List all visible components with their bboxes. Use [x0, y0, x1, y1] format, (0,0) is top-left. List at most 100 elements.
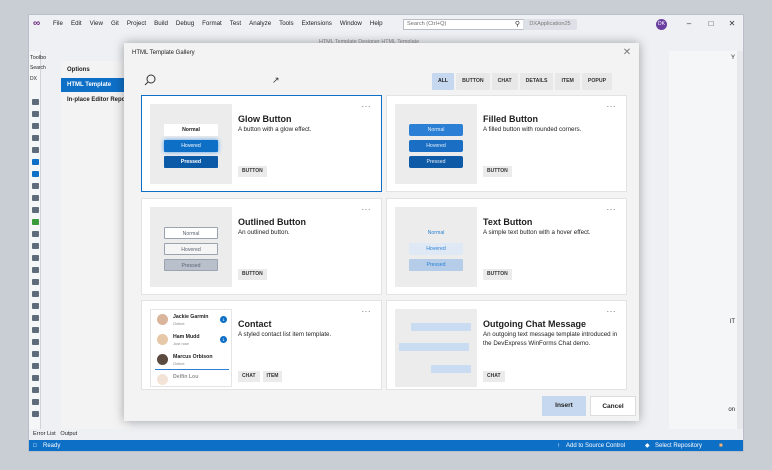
maximize-icon[interactable]: □ — [705, 18, 717, 30]
toolbox-item-icon[interactable] — [32, 339, 39, 345]
toolbox-item-icon[interactable] — [32, 123, 39, 129]
toolbox-item-icon[interactable] — [32, 171, 39, 177]
menu-edit[interactable]: Edit — [67, 15, 86, 33]
preview-normal: Normal — [164, 227, 218, 239]
menu-view[interactable]: View — [86, 15, 107, 33]
filter-chat[interactable]: CHAT — [491, 73, 518, 90]
card-title: Outlined Button — [238, 217, 306, 227]
tab-output[interactable]: Output — [60, 431, 77, 437]
toolbox-item-icon[interactable] — [32, 387, 39, 393]
menu-test[interactable]: Test — [226, 15, 245, 33]
contact-name: Delfin Lou — [173, 374, 199, 380]
toolbox-item-icon[interactable] — [32, 231, 39, 237]
menu-git[interactable]: Git — [107, 15, 123, 33]
tag-chat: CHAT — [483, 371, 505, 382]
menu-format[interactable]: Format — [198, 15, 226, 33]
menu-analyze[interactable]: Analyze — [245, 15, 275, 33]
toolbox-item-icon[interactable] — [32, 327, 39, 333]
toolbox-item-icon[interactable] — [32, 291, 39, 297]
template-card-glow-button[interactable]: Normal Hovered Pressed Glow Button A but… — [141, 95, 382, 192]
more-options-icon[interactable]: ··· — [362, 205, 372, 214]
tab-error-list[interactable]: Error List — [33, 431, 56, 437]
tag-item: ITEM — [262, 371, 283, 382]
toolbox-item-icon[interactable] — [32, 315, 39, 321]
close-icon[interactable]: ✕ — [621, 47, 633, 59]
template-card-outlined-button[interactable]: Normal Hovered Pressed Outlined Button A… — [141, 198, 382, 295]
toolbox-item-icon[interactable] — [32, 303, 39, 309]
cancel-button[interactable]: Cancel — [590, 396, 636, 416]
toolbox-item-icon[interactable] — [32, 375, 39, 381]
toolbox-item-icon[interactable] — [32, 207, 39, 213]
insert-button[interactable]: Insert — [542, 396, 586, 416]
menu-window[interactable]: Window — [336, 15, 366, 33]
filter-item[interactable]: ITEM — [555, 73, 580, 90]
filter-details[interactable]: DETAILS — [519, 73, 554, 90]
status-ready: Ready — [43, 443, 61, 449]
more-options-icon[interactable]: ··· — [607, 102, 617, 111]
chat-bubble — [411, 323, 471, 331]
tag-button: BUTTON — [483, 166, 512, 177]
card-preview: Normal Hovered Pressed — [150, 104, 232, 184]
search-icon: ⚲ — [514, 21, 520, 28]
toolbox-item-icon[interactable] — [32, 159, 39, 165]
tag-button: BUTTON — [238, 269, 267, 280]
select-repository-button[interactable]: Select Repository — [655, 440, 702, 451]
menu-extensions[interactable]: Extensions — [298, 15, 336, 33]
filter-all[interactable]: ALL — [432, 73, 455, 90]
toolbox-search[interactable]: Search — [30, 65, 46, 71]
more-options-icon[interactable]: ··· — [607, 205, 617, 214]
template-card-text-button[interactable]: Normal Hovered Pressed Text Button A sim… — [386, 198, 627, 295]
toolbox-item-icon[interactable] — [32, 279, 39, 285]
toolbox-item-icon[interactable] — [32, 195, 39, 201]
notification-icon[interactable]: ■ — [719, 440, 723, 451]
properties-label-bottom: on — [728, 407, 735, 413]
filter-button[interactable]: BUTTON — [456, 73, 490, 90]
options-item-inplace-editor[interactable]: In-place Editor Repo — [67, 97, 125, 103]
user-avatar[interactable]: DK — [656, 19, 667, 30]
toolbox-item-icon[interactable] — [32, 411, 39, 417]
card-description: An outgoing text message template introd… — [483, 331, 618, 347]
global-search-input[interactable]: Search (Ctrl+Q) ⚲ — [403, 19, 525, 30]
menu-debug[interactable]: Debug — [172, 15, 198, 33]
toolbox-item-icon[interactable] — [32, 99, 39, 105]
add-to-source-control-button[interactable]: Add to Source Control — [566, 440, 625, 451]
toolbox-item-icon[interactable] — [32, 267, 39, 273]
toolbox-item-icon[interactable] — [32, 363, 39, 369]
template-card-outgoing-chat-message[interactable]: Outgoing Chat Message An outgoing text m… — [386, 300, 627, 390]
template-card-contact[interactable]: Jackie Garmin Online 1 Ham Mudd Just now… — [141, 300, 382, 390]
contact-row: Delfin Lou — [155, 372, 229, 390]
menu-tools[interactable]: Tools — [275, 15, 297, 33]
more-options-icon[interactable]: ··· — [362, 102, 372, 111]
preview-pressed: Pressed — [164, 259, 218, 271]
filter-popup[interactable]: POPUP — [581, 73, 613, 90]
menu-build[interactable]: Build — [150, 15, 172, 33]
minimize-icon[interactable]: – — [683, 18, 695, 30]
scrollbar[interactable] — [737, 51, 743, 443]
toolbox-item-icon[interactable] — [32, 147, 39, 153]
more-options-icon[interactable]: ··· — [607, 307, 617, 316]
preview-normal: Normal — [164, 124, 218, 136]
toolbox-item-icon[interactable] — [32, 255, 39, 261]
search-icon[interactable] — [144, 74, 156, 86]
close-window-icon[interactable]: ✕ — [726, 18, 738, 30]
toolbox-item-icon[interactable] — [32, 243, 39, 249]
toolbox-item-icon[interactable] — [32, 399, 39, 405]
toolbox-item-icon[interactable] — [32, 111, 39, 117]
properties-label: Y — [730, 55, 735, 61]
preview-pressed: Pressed — [164, 156, 218, 168]
toolbox-item-icon[interactable] — [32, 351, 39, 357]
menu-help[interactable]: Help — [366, 15, 387, 33]
toolbox-item-icon[interactable] — [32, 183, 39, 189]
menu-file[interactable]: File — [49, 15, 67, 33]
options-item-html-template[interactable]: HTML Template — [61, 78, 131, 92]
more-options-icon[interactable]: ··· — [362, 307, 372, 316]
template-card-filled-button[interactable]: Normal Hovered Pressed Filled Button A f… — [386, 95, 627, 192]
toolbox-item-icon[interactable] — [32, 219, 39, 225]
visual-studio-logo-icon[interactable]: ∞ — [33, 18, 49, 30]
status-bar: □ Ready ↑ Add to Source Control ◆ Select… — [29, 440, 743, 451]
mouse-cursor-icon: ↗ — [272, 75, 280, 85]
menu-project[interactable]: Project — [123, 15, 150, 33]
toolbox-item-icon[interactable] — [32, 135, 39, 141]
toolbox-node[interactable]: DX — [30, 76, 37, 82]
chat-bubble — [431, 365, 471, 373]
